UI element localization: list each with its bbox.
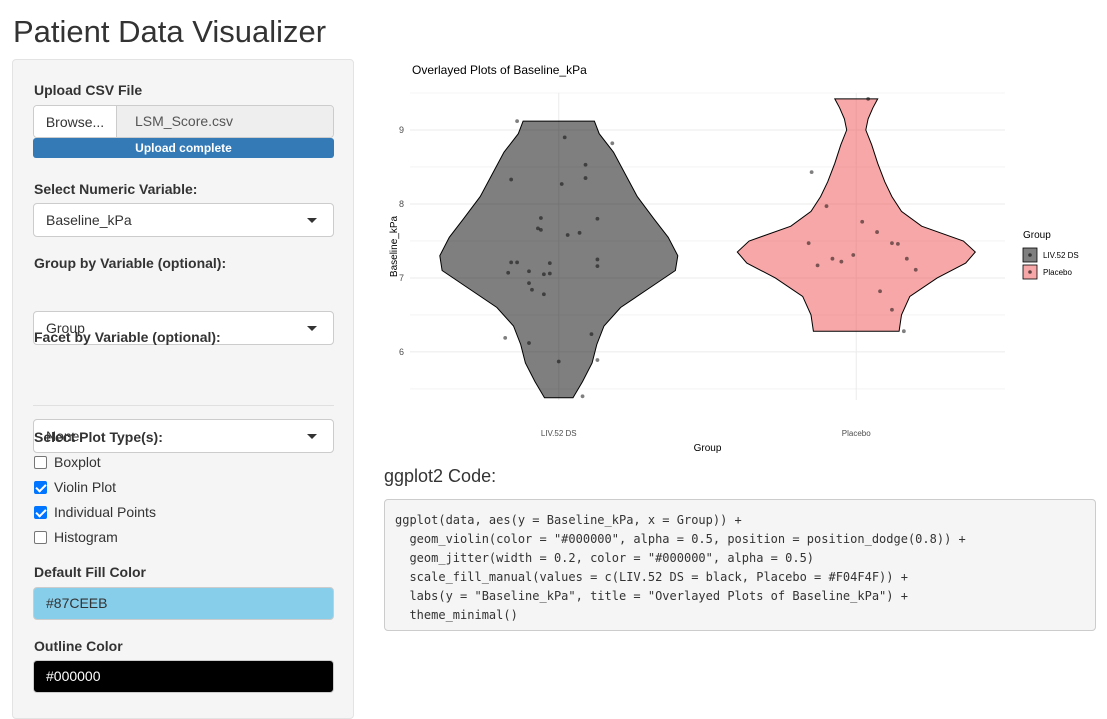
file-name-display: LSM_Score.csv — [117, 106, 333, 137]
data-point — [878, 289, 882, 294]
plot-types-label: Select Plot Type(s): — [34, 429, 163, 445]
data-point — [506, 270, 511, 275]
checkbox-histogram[interactable]: Histogram — [34, 528, 118, 546]
data-point — [530, 287, 534, 292]
data-point — [839, 259, 844, 264]
y-tick-label: 9 — [399, 125, 404, 135]
data-point — [562, 135, 567, 140]
checkbox-box-icon[interactable] — [34, 505, 47, 519]
y-axis-label: Baseline_kPa — [389, 215, 400, 277]
data-point — [527, 269, 531, 274]
numeric-var-value: Baseline_kPa — [46, 212, 132, 228]
y-tick-label: 8 — [399, 199, 404, 209]
data-point — [830, 256, 835, 261]
numeric-var-select[interactable]: Baseline_kPa — [33, 203, 334, 237]
violin-shape — [736, 98, 976, 332]
legend-label: LIV.52 DS — [1043, 251, 1079, 260]
data-point — [806, 241, 811, 246]
data-point — [583, 176, 588, 180]
data-point — [851, 253, 856, 257]
browse-button[interactable]: Browse... — [34, 106, 117, 137]
checkbox-label: Boxplot — [54, 454, 101, 470]
data-point — [547, 261, 552, 266]
legend-key-point — [1028, 253, 1032, 257]
data-point — [815, 263, 820, 268]
sidebar-panel: Upload CSV File Browse... LSM_Score.csv … — [12, 59, 354, 719]
data-point — [913, 267, 918, 272]
y-tick-label: 6 — [399, 347, 404, 357]
group-var-label: Group by Variable (optional): — [34, 255, 227, 271]
data-point — [509, 260, 514, 265]
data-point — [539, 216, 543, 220]
data-point — [509, 177, 514, 182]
x-tick-label: Placebo — [842, 429, 871, 438]
data-point — [896, 242, 900, 246]
data-point — [583, 162, 588, 167]
fill-color-label: Default Fill Color — [34, 564, 146, 580]
data-point — [866, 97, 871, 101]
plot-output: 6 7 8 9 LIV.52 DS Placebo Overlayed Plots of B… — [380, 55, 1100, 460]
sidebar-divider — [33, 405, 334, 406]
data-point — [589, 332, 594, 337]
data-point — [595, 358, 600, 362]
chart-title: Overlayed Plots of Baseline_kPa — [412, 63, 587, 77]
numeric-var-label: Select Numeric Variable: — [34, 181, 198, 197]
checkbox-boxplot[interactable]: Boxplot — [34, 453, 101, 471]
checkbox-box-icon[interactable] — [34, 480, 47, 494]
upload-label: Upload CSV File — [34, 82, 143, 98]
legend-key-point — [1028, 270, 1032, 274]
data-point — [610, 141, 615, 146]
data-point — [539, 227, 543, 232]
legend-title: Group — [1023, 230, 1051, 241]
checkbox-violin-plot[interactable]: Violin Plot — [34, 478, 116, 496]
code-title: ggplot2 Code: — [384, 466, 497, 486]
data-point — [527, 281, 531, 286]
data-point — [824, 204, 829, 209]
data-point — [577, 230, 582, 235]
caret-down-icon — [307, 326, 317, 331]
data-point — [527, 341, 531, 345]
data-point — [556, 359, 561, 364]
data-point — [580, 394, 585, 399]
data-point — [559, 182, 564, 186]
violin-chart: 6789LIV.52 DS PlaceboOverlayed Plots of B… — [389, 63, 1079, 454]
code-block: ggplot(data, aes(y = Baseline_kPa, x = G… — [384, 499, 1096, 631]
legend-label: Placebo — [1043, 268, 1072, 277]
checkbox-box-icon[interactable] — [34, 455, 47, 469]
data-point — [541, 292, 546, 297]
checkbox-box-icon[interactable] — [34, 530, 47, 544]
file-upload-group: Browse... LSM_Score.csv — [33, 105, 334, 138]
outline-color-label: Outline Color — [34, 638, 123, 654]
checkbox-label: Individual Points — [54, 504, 156, 520]
data-point — [541, 272, 546, 277]
caret-down-icon — [307, 218, 317, 223]
outline-color-input[interactable]: #000000 — [33, 660, 334, 693]
checkbox-label: Histogram — [54, 529, 118, 545]
data-point — [503, 335, 508, 340]
violin-shape — [439, 120, 679, 399]
data-point — [904, 256, 909, 261]
upload-progress-bar: Upload complete — [33, 138, 334, 158]
data-point — [515, 260, 519, 265]
data-point — [875, 230, 879, 234]
data-point — [595, 264, 600, 269]
app-title: Patient Data Visualizer — [13, 14, 327, 49]
x-axis-label: Group — [694, 443, 722, 454]
data-point — [595, 257, 600, 262]
data-point — [547, 271, 552, 276]
data-point — [860, 219, 865, 224]
checkbox-individual-points[interactable]: Individual Points — [34, 503, 156, 521]
data-point — [565, 233, 570, 237]
data-point — [595, 216, 600, 221]
data-point — [809, 170, 814, 175]
data-point — [901, 329, 906, 334]
data-point — [515, 119, 519, 124]
fill-color-input[interactable]: #87CEEB — [33, 587, 334, 620]
x-tick-label: LIV.52 DS — [541, 429, 577, 438]
facet-var-label: Facet by Variable (optional): — [34, 329, 221, 345]
caret-down-icon — [307, 434, 317, 439]
checkbox-label: Violin Plot — [54, 479, 117, 495]
data-point — [890, 307, 894, 312]
data-point — [890, 241, 894, 246]
